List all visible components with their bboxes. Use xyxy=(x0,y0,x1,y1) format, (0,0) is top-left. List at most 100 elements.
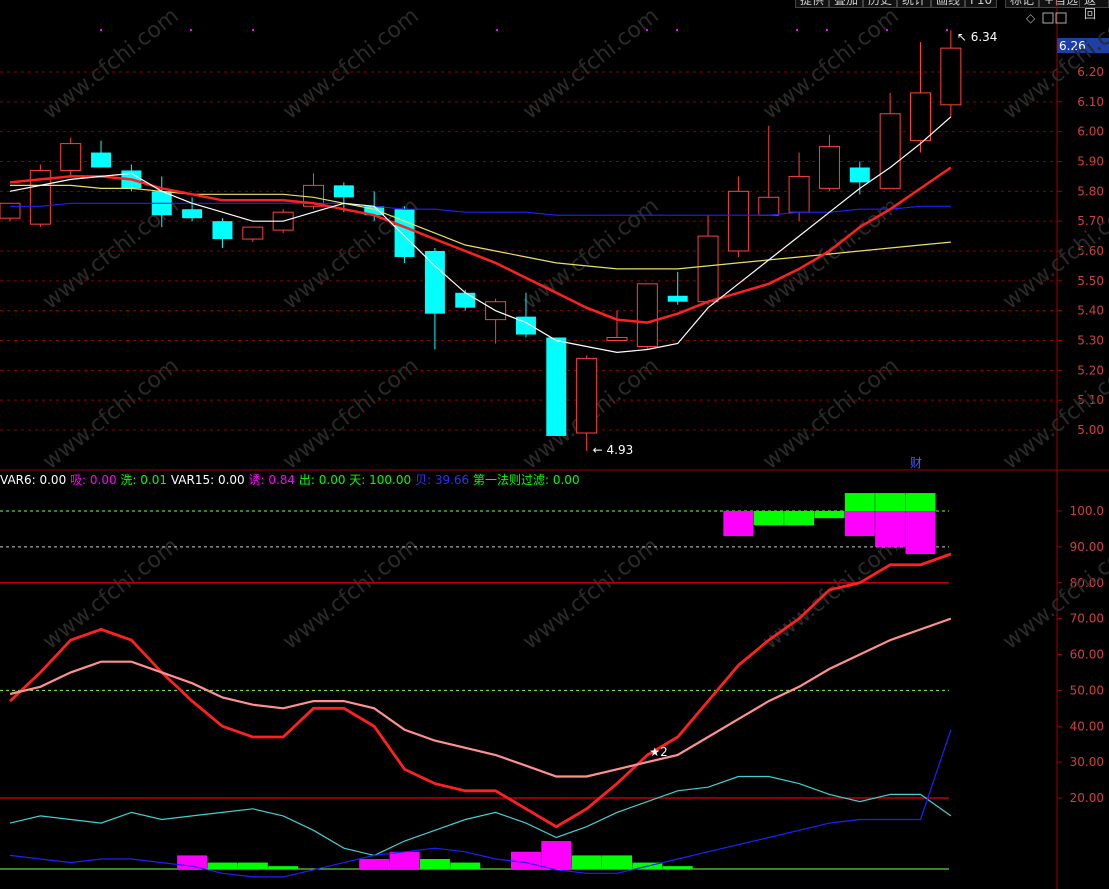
candle-body-down xyxy=(91,152,112,168)
green-bar xyxy=(602,855,632,869)
indicator-label: VAR6: 0.00 xyxy=(0,473,66,487)
price-tick-label: 5.90 xyxy=(1077,155,1104,169)
candle-body-up xyxy=(788,175,810,213)
green-bar xyxy=(905,493,936,511)
green-bar xyxy=(571,855,602,869)
green-bar xyxy=(662,866,693,869)
indicator-tick-label: 100.0 xyxy=(1070,504,1104,518)
watermark-text: www.cfchi.com xyxy=(758,533,903,654)
candle-body-down xyxy=(546,337,567,436)
watermark-text: www.cfchi.com xyxy=(278,3,423,124)
candle-body-up xyxy=(818,146,840,189)
signal-dot xyxy=(946,29,948,31)
indicator-label: 天: 100.00 xyxy=(345,473,411,487)
signal-dot xyxy=(796,29,798,31)
price-tick-label: 5.50 xyxy=(1077,274,1104,288)
signal-dot xyxy=(886,29,888,31)
signal-dot xyxy=(676,29,678,31)
green-bar xyxy=(875,493,906,511)
candle-body-up xyxy=(940,47,962,106)
price-tick-label: 6.10 xyxy=(1077,95,1104,109)
candle-body-up xyxy=(60,143,82,171)
indicator-label: VAR15: 0.00 xyxy=(167,473,245,487)
signal-dot xyxy=(646,29,648,31)
green-bar xyxy=(450,862,481,869)
watermark-text: www.cfchi.com xyxy=(38,3,183,124)
price-tick-label: 5.40 xyxy=(1077,304,1104,318)
green-bar xyxy=(844,493,875,511)
indicator-tick-label: 20.00 xyxy=(1070,791,1104,805)
signal-dot xyxy=(100,29,102,31)
diamond-icon: ◇ xyxy=(1026,11,1036,25)
price-tick-label: 5.00 xyxy=(1077,423,1104,437)
price-tick-label: 5.80 xyxy=(1077,184,1104,198)
star-marker: ★2 xyxy=(649,745,667,759)
window-icon xyxy=(1042,12,1054,24)
green-bar xyxy=(784,511,815,526)
signal-dot xyxy=(190,29,192,31)
watermark-text: www.cfchi.com xyxy=(758,353,903,474)
candle-body-up xyxy=(0,202,21,219)
green-bar xyxy=(237,862,268,869)
magenta-bar xyxy=(359,858,390,869)
signal-dot xyxy=(826,29,828,31)
green-bar xyxy=(268,866,299,869)
candle-body-up xyxy=(758,196,780,216)
magenta-bar xyxy=(875,511,906,547)
indicator-tick-label: 70.00 xyxy=(1070,612,1104,626)
cyan-indicator-line xyxy=(9,775,952,857)
signal-dot xyxy=(252,29,254,31)
indicator-tick-label: 60.00 xyxy=(1070,648,1104,662)
candle-body-up xyxy=(242,226,264,240)
candle-body-up xyxy=(697,235,719,303)
magenta-bar xyxy=(510,851,541,869)
high-annotation: ↖ 6.34 xyxy=(957,30,998,44)
watermark-text: www.cfchi.com xyxy=(518,3,663,124)
fin-marker: 财 xyxy=(910,456,922,470)
watermark-text: www.cfchi.com xyxy=(758,3,903,124)
candle-body-down xyxy=(394,209,415,257)
magenta-bar xyxy=(844,511,875,537)
watermark-text: www.cfchi.com xyxy=(38,533,183,654)
green-bar xyxy=(814,511,845,519)
low-annotation: ← 4.93 xyxy=(593,443,634,457)
price-tick-label: 6.00 xyxy=(1077,125,1104,139)
green-bar xyxy=(753,511,784,526)
watermark-text: www.cfchi.com xyxy=(278,533,423,654)
candle-body-down xyxy=(667,295,688,302)
indicator-tick-label: 50.00 xyxy=(1070,683,1104,697)
pink-indicator-line xyxy=(9,617,952,778)
indicator-label: 洗: 0.01 xyxy=(117,473,167,487)
stock-chart: 6.26◇6.206.106.005.905.805.705.605.505.4… xyxy=(0,0,1109,889)
candle-body-up xyxy=(879,113,901,189)
indicator-tick-label: 40.00 xyxy=(1070,719,1104,733)
candle-body-down xyxy=(182,209,203,219)
watermark-text: www.cfchi.com xyxy=(518,533,663,654)
candle-body-up xyxy=(576,357,598,434)
magenta-bar xyxy=(389,851,420,869)
magenta-bar xyxy=(177,855,208,869)
magenta-bar xyxy=(905,511,936,555)
green-bar xyxy=(419,858,450,869)
signal-dot xyxy=(496,29,498,31)
candle-body-up xyxy=(727,190,749,252)
price-tick-label: 5.30 xyxy=(1077,334,1104,348)
indicator-tick-label: 30.00 xyxy=(1070,755,1104,769)
indicator-tick-label: 90.00 xyxy=(1070,540,1104,554)
candle-body-down xyxy=(455,292,476,308)
candle-body-down xyxy=(333,185,354,198)
indicator-label: 诱: 0.84 xyxy=(245,473,295,487)
candle-body-down xyxy=(212,221,233,240)
indicator-label: 贝: 39.66 xyxy=(411,473,469,487)
indicator-label: 第一法则过滤: 0.00 xyxy=(469,473,579,487)
watermark-text: www.cfchi.com xyxy=(38,353,183,474)
candle-body-down xyxy=(849,167,870,183)
watermark-text: www.cfchi.com xyxy=(278,353,423,474)
candle-body-up xyxy=(606,337,628,341)
indicator-label: 吸: 0.00 xyxy=(66,473,116,487)
indicator-label: 出: 0.00 xyxy=(295,473,345,487)
candle-body-down xyxy=(424,251,445,314)
candle-body-up xyxy=(636,283,658,347)
indicator-label-row: VAR6: 0.00 吸: 0.00 洗: 0.01 VAR15: 0.00 诱… xyxy=(0,473,580,487)
magenta-bar xyxy=(723,511,754,537)
